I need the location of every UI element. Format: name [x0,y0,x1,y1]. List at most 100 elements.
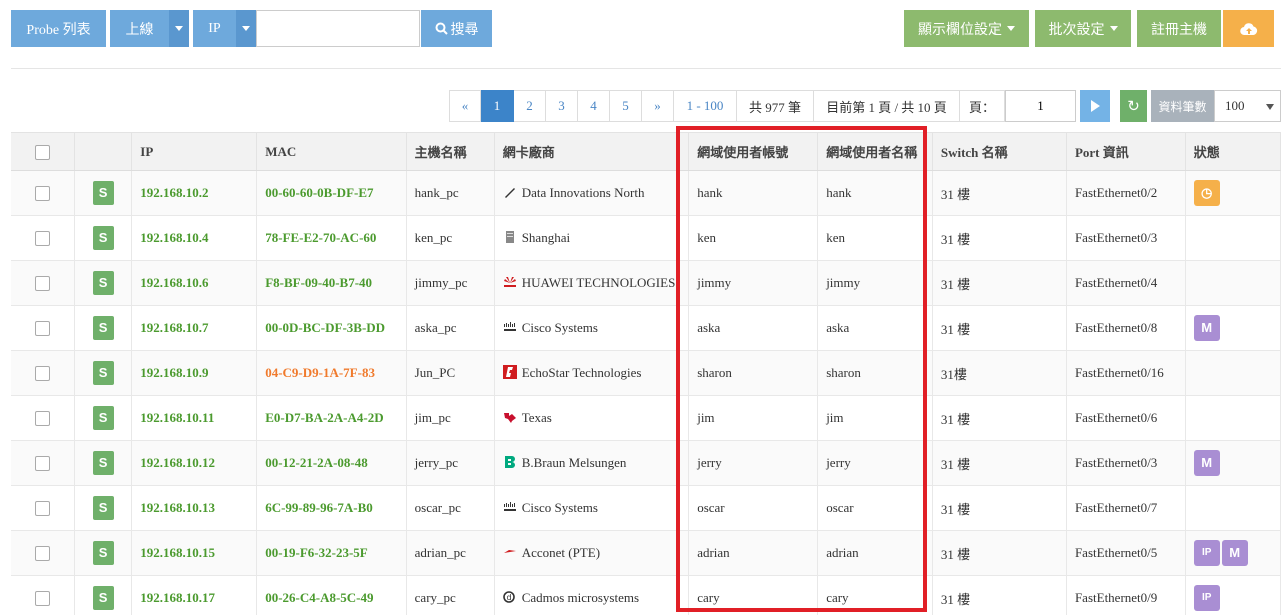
monitor-status-icon[interactable]: M [1193,450,1220,476]
row-select-cell[interactable] [11,395,75,441]
row-checkbox[interactable] [34,501,50,517]
chevron-down-icon [242,26,250,31]
header-mac[interactable]: MAC [256,132,407,171]
status-badge[interactable]: S [92,586,114,610]
table-row[interactable]: S 192.168.10.11 E0-D7-BA-2A-A4-2D jim_pc Tex… [11,395,1281,441]
ip-cell[interactable]: 192.168.10.7 [131,305,258,351]
row-select-cell[interactable] [11,530,75,576]
row-select-cell[interactable] [11,305,75,351]
select-all-checkbox[interactable] [34,144,50,160]
mac-cell[interactable]: 6C-99-89-96-7A-B0 [256,485,407,531]
ip-cell[interactable]: 192.168.10.12 [131,440,258,486]
header-domain-name[interactable]: 網域使用者名稱 [817,132,933,171]
row-checkbox[interactable] [34,186,50,202]
pagination-page-1[interactable]: 1 [481,90,514,122]
ip-cell[interactable]: 192.168.10.17 [131,575,258,615]
header-select-all[interactable] [11,132,75,171]
header-switch[interactable]: Switch 名稱 [932,132,1067,171]
status-badge[interactable]: S [92,496,114,520]
timer-status-icon[interactable]: ◷ [1193,180,1220,206]
row-checkbox[interactable] [34,231,50,247]
ip-cell[interactable]: 192.168.10.9 [131,350,258,396]
mac-cell[interactable]: 00-60-60-0B-DF-E7 [256,170,407,216]
row-checkbox[interactable] [34,546,50,562]
table-row[interactable]: S 192.168.10.17 00-26-C4-A8-5C-49 cary_pc d C… [11,575,1281,615]
mac-cell[interactable]: 78-FE-E2-70-AC-60 [256,215,407,261]
ip-dropdown-toggle[interactable] [236,10,256,47]
upload-button[interactable] [1223,10,1274,47]
status-badge[interactable]: S [92,226,114,250]
pagination-page-5[interactable]: 5 [610,90,642,122]
pagination-page-2[interactable]: 2 [514,90,546,122]
display-columns-button[interactable]: 顯示欄位設定 [904,10,1029,47]
ip-status-icon[interactable]: IP [1193,540,1220,566]
row-checkbox[interactable] [34,366,50,382]
batch-settings-button[interactable]: 批次設定 [1035,10,1131,47]
row-checkbox[interactable] [34,456,50,472]
pagination-page-3[interactable]: 3 [546,90,578,122]
table-row[interactable]: S 192.168.10.6 F8-BF-09-40-B7-40 jimmy_pc HU… [11,260,1281,306]
mac-cell[interactable]: 00-12-21-2A-08-48 [256,440,407,486]
search-button[interactable]: 搜尋 [421,10,492,47]
row-select-cell[interactable] [11,575,75,615]
online-dropdown-toggle[interactable] [169,10,189,47]
table-row[interactable]: S 192.168.10.9 04-C9-D9-1A-7F-83 Jun_PC Echo… [11,350,1281,396]
status-badge[interactable]: S [92,361,114,385]
table-row[interactable]: S 192.168.10.12 00-12-21-2A-08-48 jerry_pc B… [11,440,1281,486]
row-checkbox[interactable] [34,321,50,337]
status-badge[interactable]: S [92,451,114,475]
status-badge[interactable]: S [92,181,114,205]
record-count-select[interactable]: 100 [1214,90,1281,122]
status-badge[interactable]: S [92,316,114,340]
status-badge[interactable]: S [92,541,114,565]
page-number-input[interactable] [1005,90,1076,122]
mac-cell[interactable]: 04-C9-D9-1A-7F-83 [256,350,407,396]
refresh-button[interactable]: ↻ [1120,90,1147,122]
mac-cell[interactable]: 00-26-C4-A8-5C-49 [256,575,407,615]
row-select-cell[interactable] [11,485,75,531]
row-select-cell[interactable] [11,170,75,216]
row-select-cell[interactable] [11,260,75,306]
row-checkbox[interactable] [34,411,50,427]
table-row[interactable]: S 192.168.10.15 00-19-F6-32-23-5F adrian_pc… [11,530,1281,576]
ip-cell[interactable]: 192.168.10.13 [131,485,258,531]
online-button[interactable]: 上線 [110,10,169,47]
ip-filter-button[interactable]: IP [193,10,236,47]
row-select-cell[interactable] [11,350,75,396]
mac-cell[interactable]: E0-D7-BA-2A-A4-2D [256,395,407,441]
table-row[interactable]: S 192.168.10.13 6C-99-89-96-7A-B0 oscar_pc C… [11,485,1281,531]
status-badge[interactable]: S [92,406,114,430]
register-host-button[interactable]: 註冊主機 [1137,10,1221,47]
pagination-prev[interactable]: « [449,90,481,122]
pagination-page-4[interactable]: 4 [578,90,610,122]
ip-cell[interactable]: 192.168.10.11 [131,395,258,441]
table-row[interactable]: S 192.168.10.2 00-60-60-0B-DF-E7 hank_pc Dat… [11,170,1281,216]
mac-cell[interactable]: F8-BF-09-40-B7-40 [256,260,407,306]
header-status[interactable]: 狀態 [1185,132,1281,171]
probe-list-button[interactable]: Probe 列表 [11,10,106,47]
ip-cell[interactable]: 192.168.10.15 [131,530,258,576]
header-vendor[interactable]: 網卡廠商 [494,132,690,171]
go-page-button[interactable] [1080,90,1110,122]
pagination-next[interactable]: » [642,90,674,122]
monitor-status-icon[interactable]: M [1221,540,1248,566]
row-select-cell[interactable] [11,215,75,261]
row-checkbox[interactable] [34,591,50,607]
search-input[interactable] [256,10,420,47]
header-ip[interactable]: IP [131,132,258,171]
mac-cell[interactable]: 00-19-F6-32-23-5F [256,530,407,576]
table-row[interactable]: S 192.168.10.4 78-FE-E2-70-AC-60 ken_pc Shan… [11,215,1281,261]
ip-cell[interactable]: 192.168.10.2 [131,170,258,216]
header-hostname[interactable]: 主機名稱 [406,132,495,171]
mac-cell[interactable]: 00-0D-BC-DF-3B-DD [256,305,407,351]
ip-cell[interactable]: 192.168.10.6 [131,260,258,306]
row-checkbox[interactable] [34,276,50,292]
table-row[interactable]: S 192.168.10.7 00-0D-BC-DF-3B-DD aska_pc Cis… [11,305,1281,351]
ip-cell[interactable]: 192.168.10.4 [131,215,258,261]
monitor-status-icon[interactable]: M [1193,315,1220,341]
row-select-cell[interactable] [11,440,75,486]
header-domain-account[interactable]: 網域使用者帳號 [688,132,819,171]
ip-status-icon[interactable]: IP [1193,585,1220,611]
status-badge[interactable]: S [92,271,114,295]
header-port[interactable]: Port 資訊 [1066,132,1186,171]
